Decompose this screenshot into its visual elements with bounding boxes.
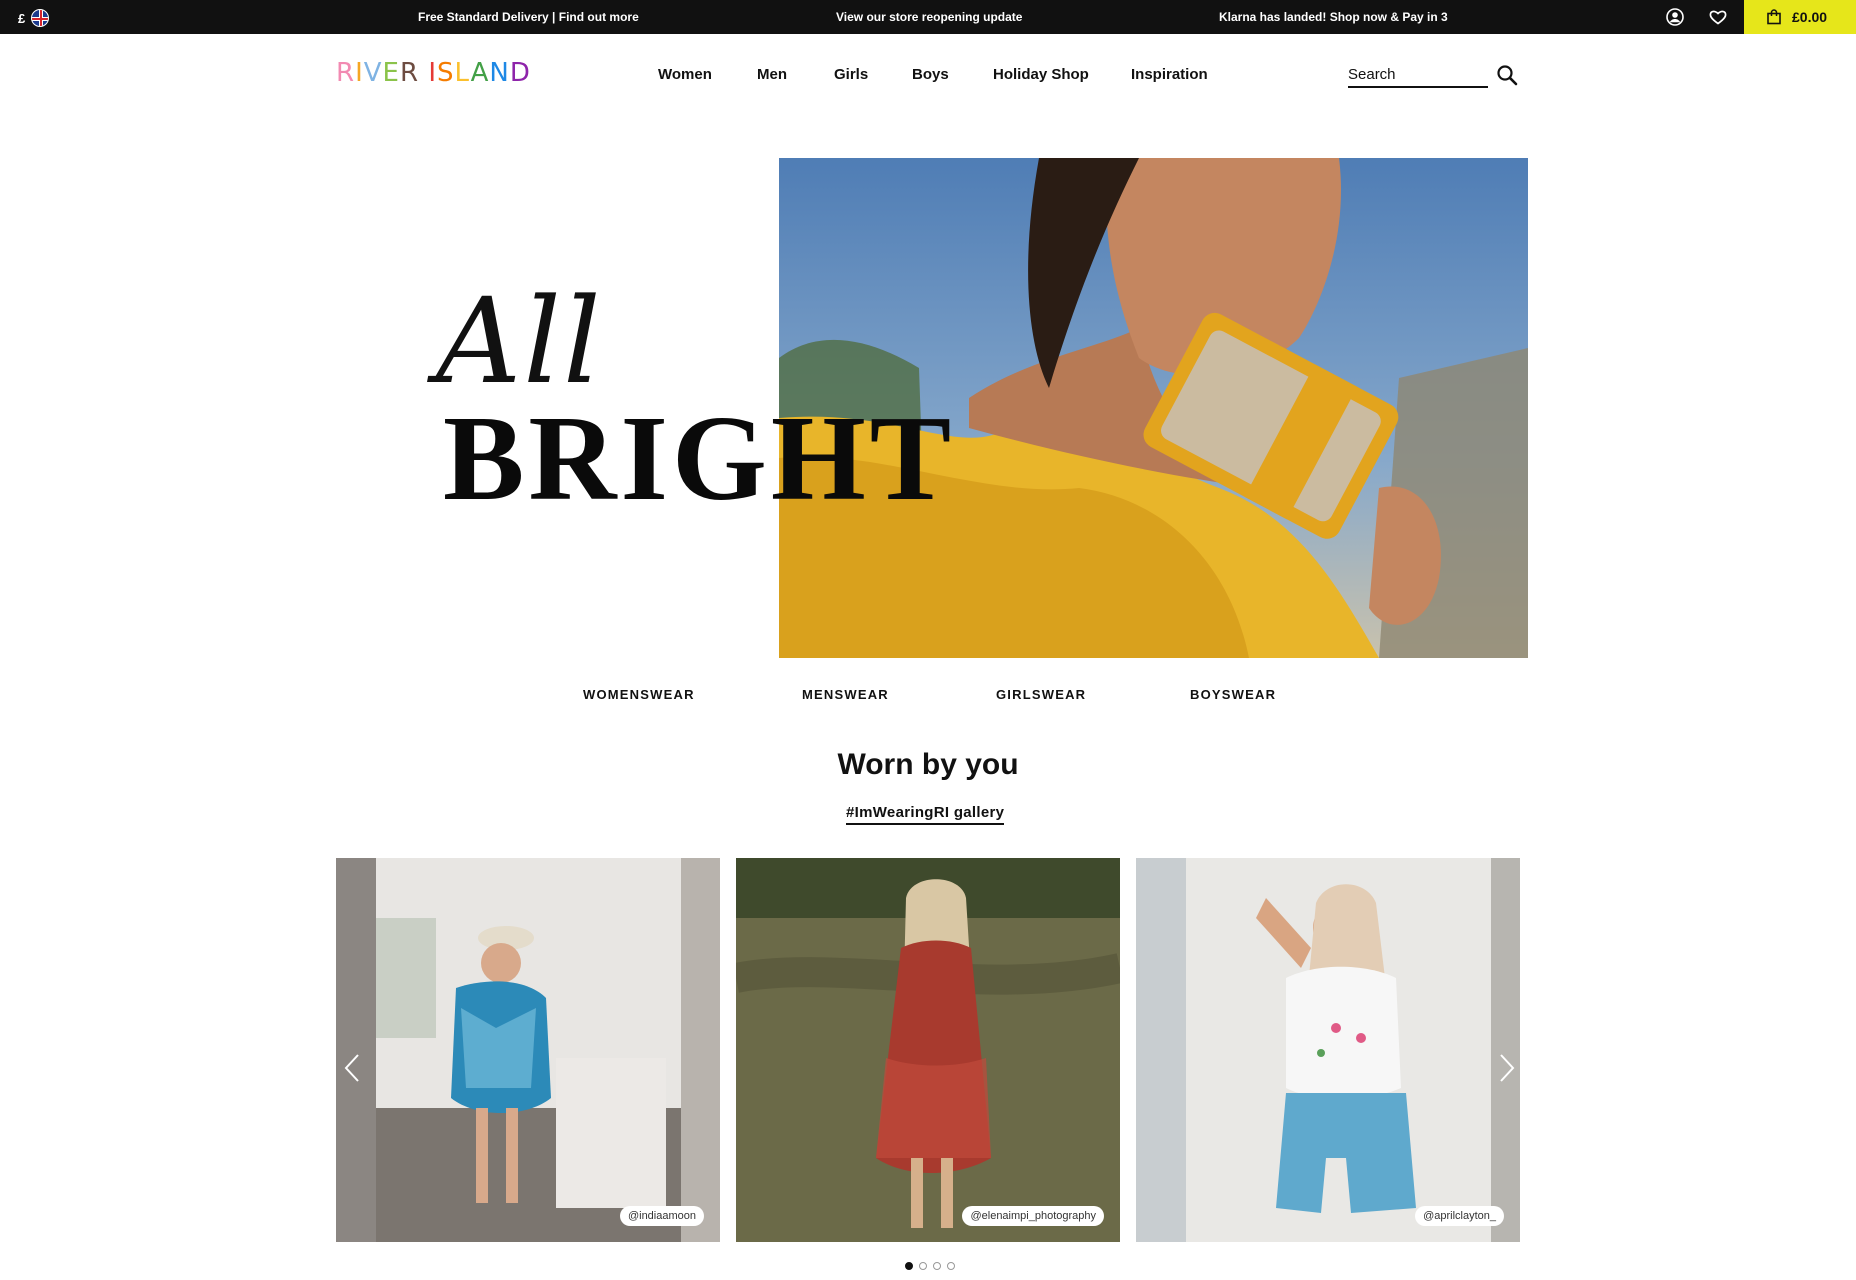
carousel-next-icon[interactable] bbox=[1497, 1052, 1517, 1084]
basket-button[interactable]: £0.00 bbox=[1744, 0, 1856, 34]
carousel-dot[interactable] bbox=[933, 1262, 941, 1270]
category-boyswear[interactable]: BOYSWEAR bbox=[1190, 687, 1276, 702]
nav-holiday-shop[interactable]: Holiday Shop bbox=[993, 66, 1089, 83]
bag-icon bbox=[1767, 9, 1781, 25]
instagram-handle: @indiaamoon bbox=[619, 1206, 704, 1226]
carousel-dot[interactable] bbox=[905, 1262, 913, 1270]
ugc-card[interactable]: @indiaamoon bbox=[336, 858, 720, 1242]
search-icon[interactable] bbox=[1496, 64, 1520, 88]
heart-icon[interactable] bbox=[1708, 7, 1728, 27]
nav-men[interactable]: Men bbox=[757, 66, 787, 83]
category-womenswear[interactable]: WOMENSWEAR bbox=[583, 687, 695, 702]
klarna-message-link[interactable]: Klarna has landed! Shop now & Pay in 3 bbox=[1219, 10, 1448, 24]
carousel-dot[interactable] bbox=[919, 1262, 927, 1270]
uk-flag-icon bbox=[31, 9, 50, 27]
nav-girls[interactable]: Girls bbox=[834, 66, 868, 83]
delivery-message-link[interactable]: Free Standard Delivery | Find out more bbox=[418, 10, 639, 24]
hero-heading-bright: BRIGHT bbox=[443, 391, 956, 526]
gallery-link[interactable]: #ImWearingRI gallery bbox=[846, 804, 1005, 825]
basket-total: £0.00 bbox=[1792, 9, 1828, 25]
announcement-bar: £ Free Standard Delivery | Find out more… bbox=[0, 0, 1856, 34]
store-reopening-link[interactable]: View our store reopening update bbox=[836, 10, 1022, 24]
search-input[interactable] bbox=[1348, 64, 1488, 83]
account-icon[interactable] bbox=[1665, 7, 1685, 27]
ugc-card[interactable]: @aprilclayton_ bbox=[1136, 858, 1520, 1242]
river-island-logo[interactable]: RIVER ISLAND bbox=[336, 58, 531, 88]
nav-inspiration[interactable]: Inspiration bbox=[1131, 66, 1208, 83]
currency-symbol: £ bbox=[18, 10, 26, 26]
carousel-pagination bbox=[905, 1262, 955, 1270]
nav-women[interactable]: Women bbox=[658, 66, 712, 83]
carousel-prev-icon[interactable] bbox=[342, 1052, 362, 1084]
nav-boys[interactable]: Boys bbox=[912, 66, 949, 83]
category-menswear[interactable]: MENSWEAR bbox=[802, 687, 889, 702]
currency-selector[interactable]: £ bbox=[18, 9, 50, 27]
section-title: Worn by you bbox=[837, 748, 1019, 781]
instagram-handle: @elenaimpi_photography bbox=[962, 1206, 1104, 1226]
ugc-card[interactable]: @elenaimpi_photography bbox=[736, 858, 1120, 1242]
search-field[interactable] bbox=[1348, 64, 1488, 88]
instagram-handle: @aprilclayton_ bbox=[1415, 1206, 1504, 1226]
hero-heading-all: All bbox=[436, 272, 603, 410]
carousel-dot[interactable] bbox=[947, 1262, 955, 1270]
category-girlswear[interactable]: GIRLSWEAR bbox=[996, 687, 1086, 702]
